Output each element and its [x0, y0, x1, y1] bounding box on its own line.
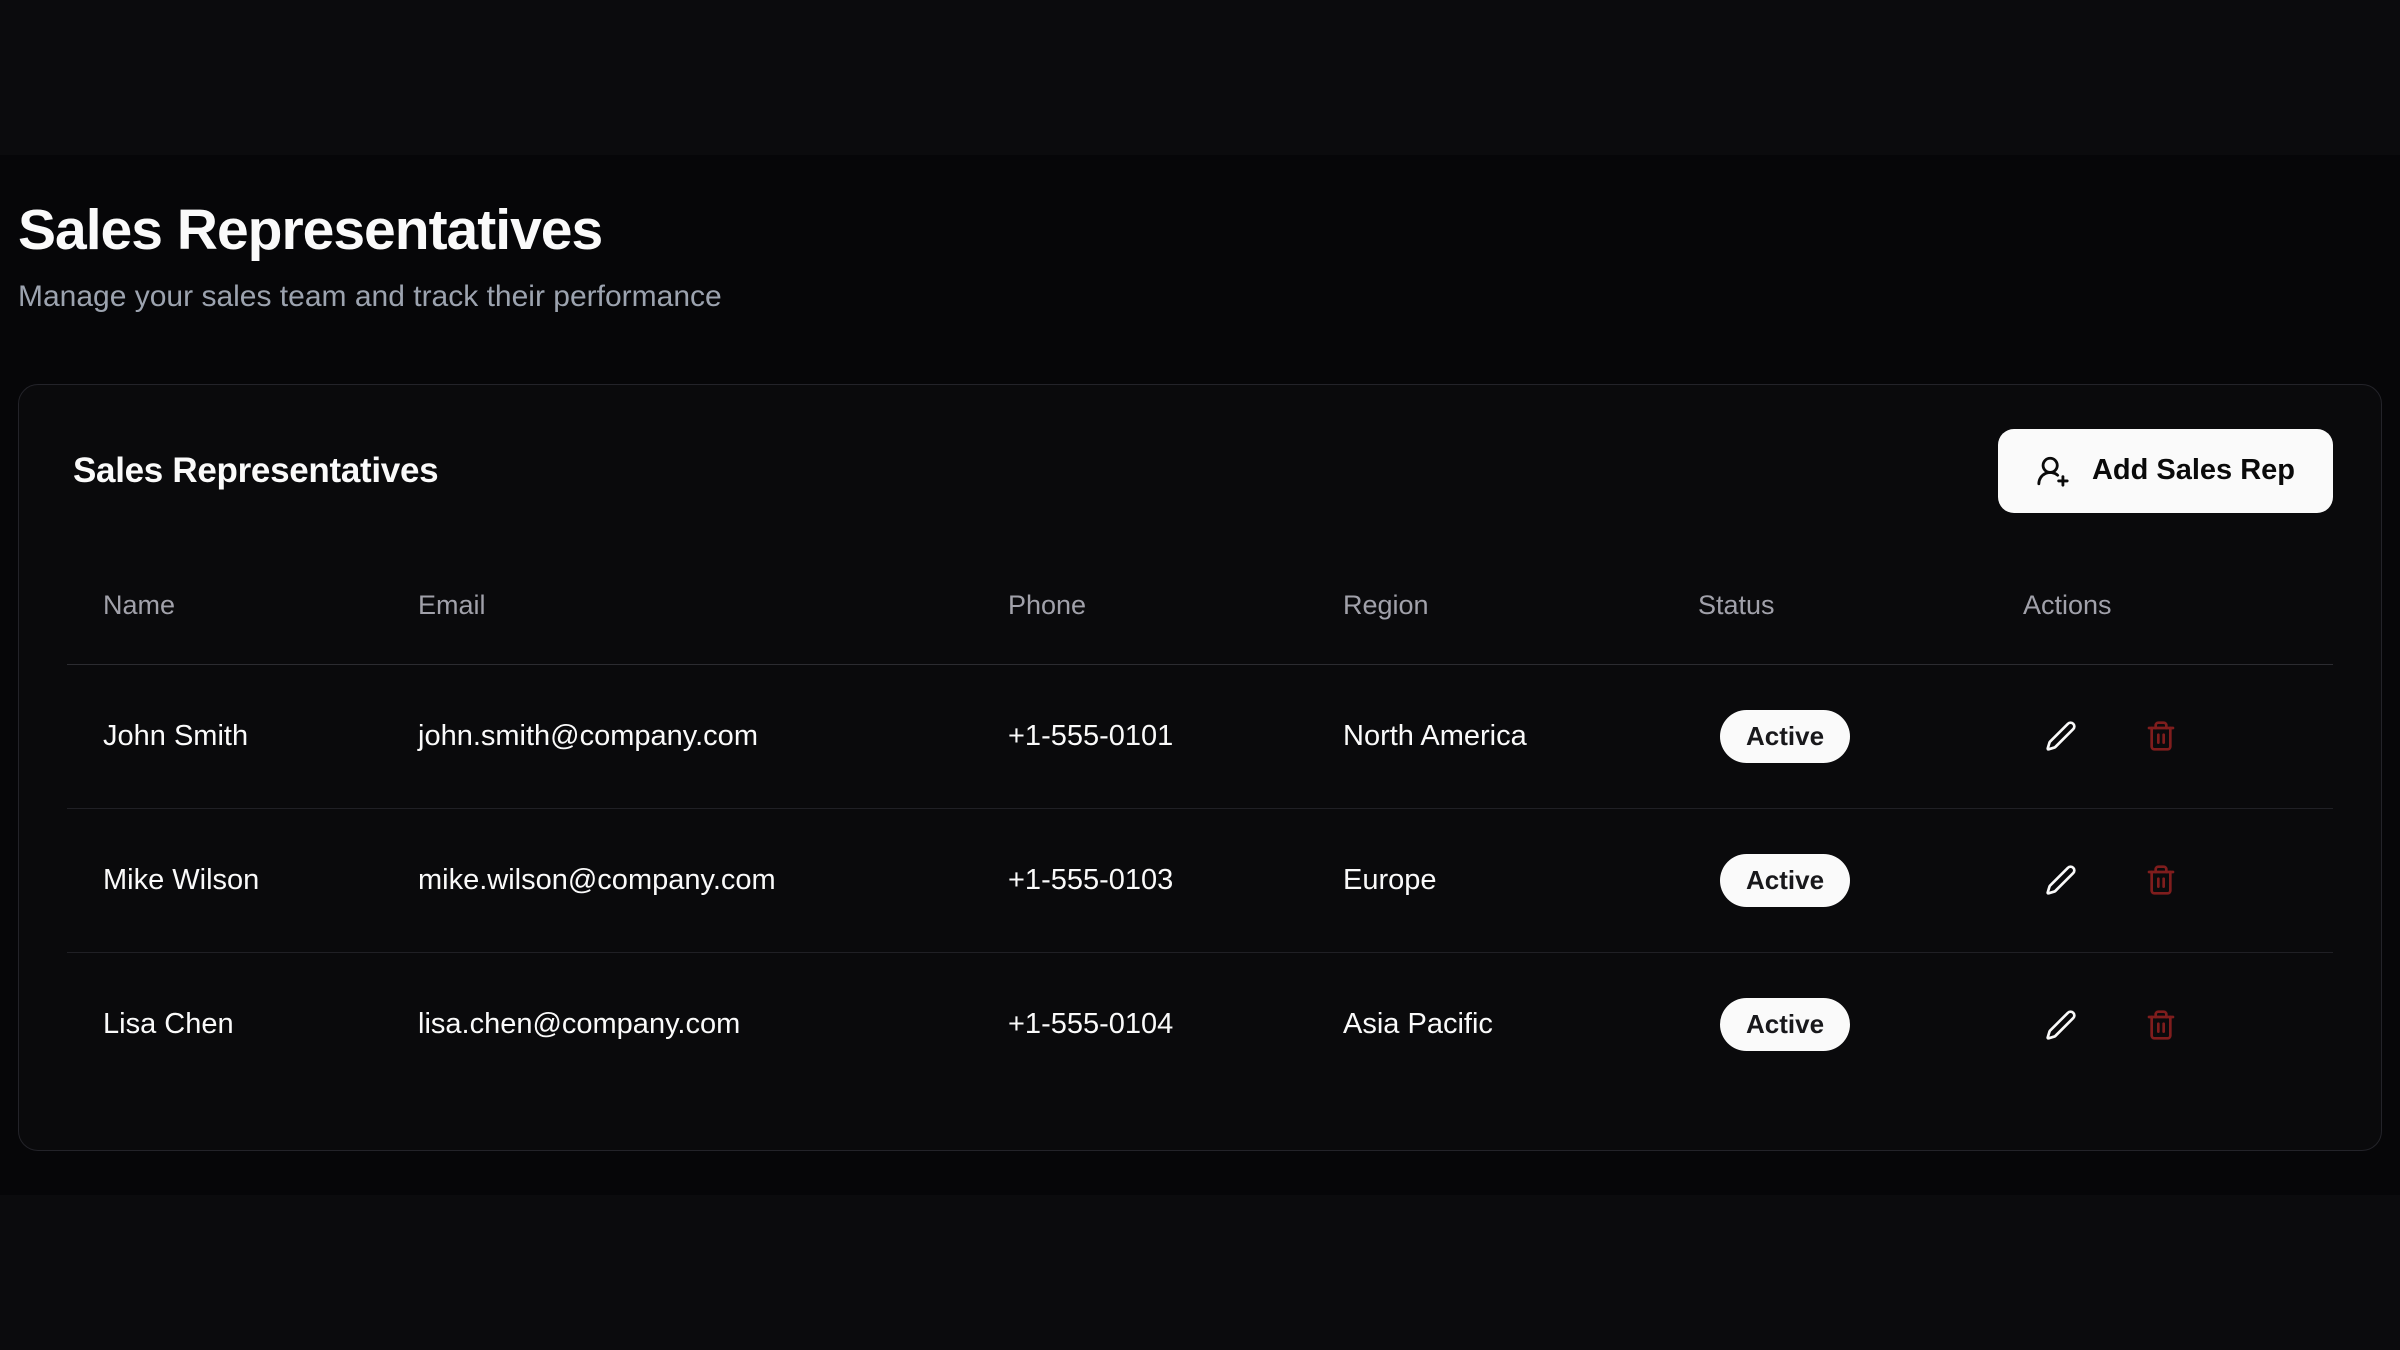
add-sales-rep-button[interactable]: Add Sales Rep [1998, 429, 2333, 513]
rep-name: Mike Wilson [103, 864, 418, 897]
page-subtitle: Manage your sales team and track their p… [18, 280, 2382, 314]
add-sales-rep-label: Add Sales Rep [2092, 454, 2295, 487]
trash-icon [2145, 864, 2177, 896]
rep-email: lisa.chen@company.com [418, 1008, 1008, 1041]
status-badge: Active [1720, 998, 1850, 1051]
delete-button[interactable] [2137, 712, 2185, 760]
table-row: Lisa Chen lisa.chen@company.com +1-555-0… [67, 953, 2333, 1097]
delete-button[interactable] [2137, 856, 2185, 904]
table-row: John Smith john.smith@company.com +1-555… [67, 665, 2333, 809]
card-header: Sales Representatives Add Sales Rep [67, 429, 2333, 513]
main-content: Sales Representatives Manage your sales … [0, 155, 2400, 1195]
rep-name: Lisa Chen [103, 1008, 418, 1041]
trash-icon [2145, 720, 2177, 752]
table-header-row: Name Email Phone Region Status Actions [67, 547, 2333, 665]
pencil-icon [2045, 720, 2077, 752]
rep-region: Europe [1343, 864, 1698, 897]
trash-icon [2145, 1009, 2177, 1041]
column-header-actions: Actions [2023, 590, 2333, 621]
table-row: Mike Wilson mike.wilson@company.com +1-5… [67, 809, 2333, 953]
sales-reps-card: Sales Representatives Add Sales Rep Name… [18, 384, 2382, 1151]
rep-region: North America [1343, 720, 1698, 753]
rep-region: Asia Pacific [1343, 1008, 1698, 1041]
column-header-status: Status [1698, 590, 2023, 621]
rep-name: John Smith [103, 720, 418, 753]
column-header-name: Name [103, 590, 418, 621]
column-header-email: Email [418, 590, 1008, 621]
rep-phone: +1-555-0103 [1008, 864, 1343, 897]
rep-phone: +1-555-0101 [1008, 720, 1343, 753]
page-title: Sales Representatives [18, 198, 2382, 264]
edit-button[interactable] [2037, 856, 2085, 904]
status-badge: Active [1720, 854, 1850, 907]
column-header-region: Region [1343, 590, 1698, 621]
rep-phone: +1-555-0104 [1008, 1008, 1343, 1041]
delete-button[interactable] [2137, 1001, 2185, 1049]
rep-email: mike.wilson@company.com [418, 864, 1008, 897]
rep-email: john.smith@company.com [418, 720, 1008, 753]
status-badge: Active [1720, 710, 1850, 763]
user-plus-icon [2036, 454, 2070, 488]
card-title: Sales Representatives [73, 451, 438, 491]
pencil-icon [2045, 1009, 2077, 1041]
edit-button[interactable] [2037, 712, 2085, 760]
edit-button[interactable] [2037, 1001, 2085, 1049]
pencil-icon [2045, 864, 2077, 896]
column-header-phone: Phone [1008, 590, 1343, 621]
